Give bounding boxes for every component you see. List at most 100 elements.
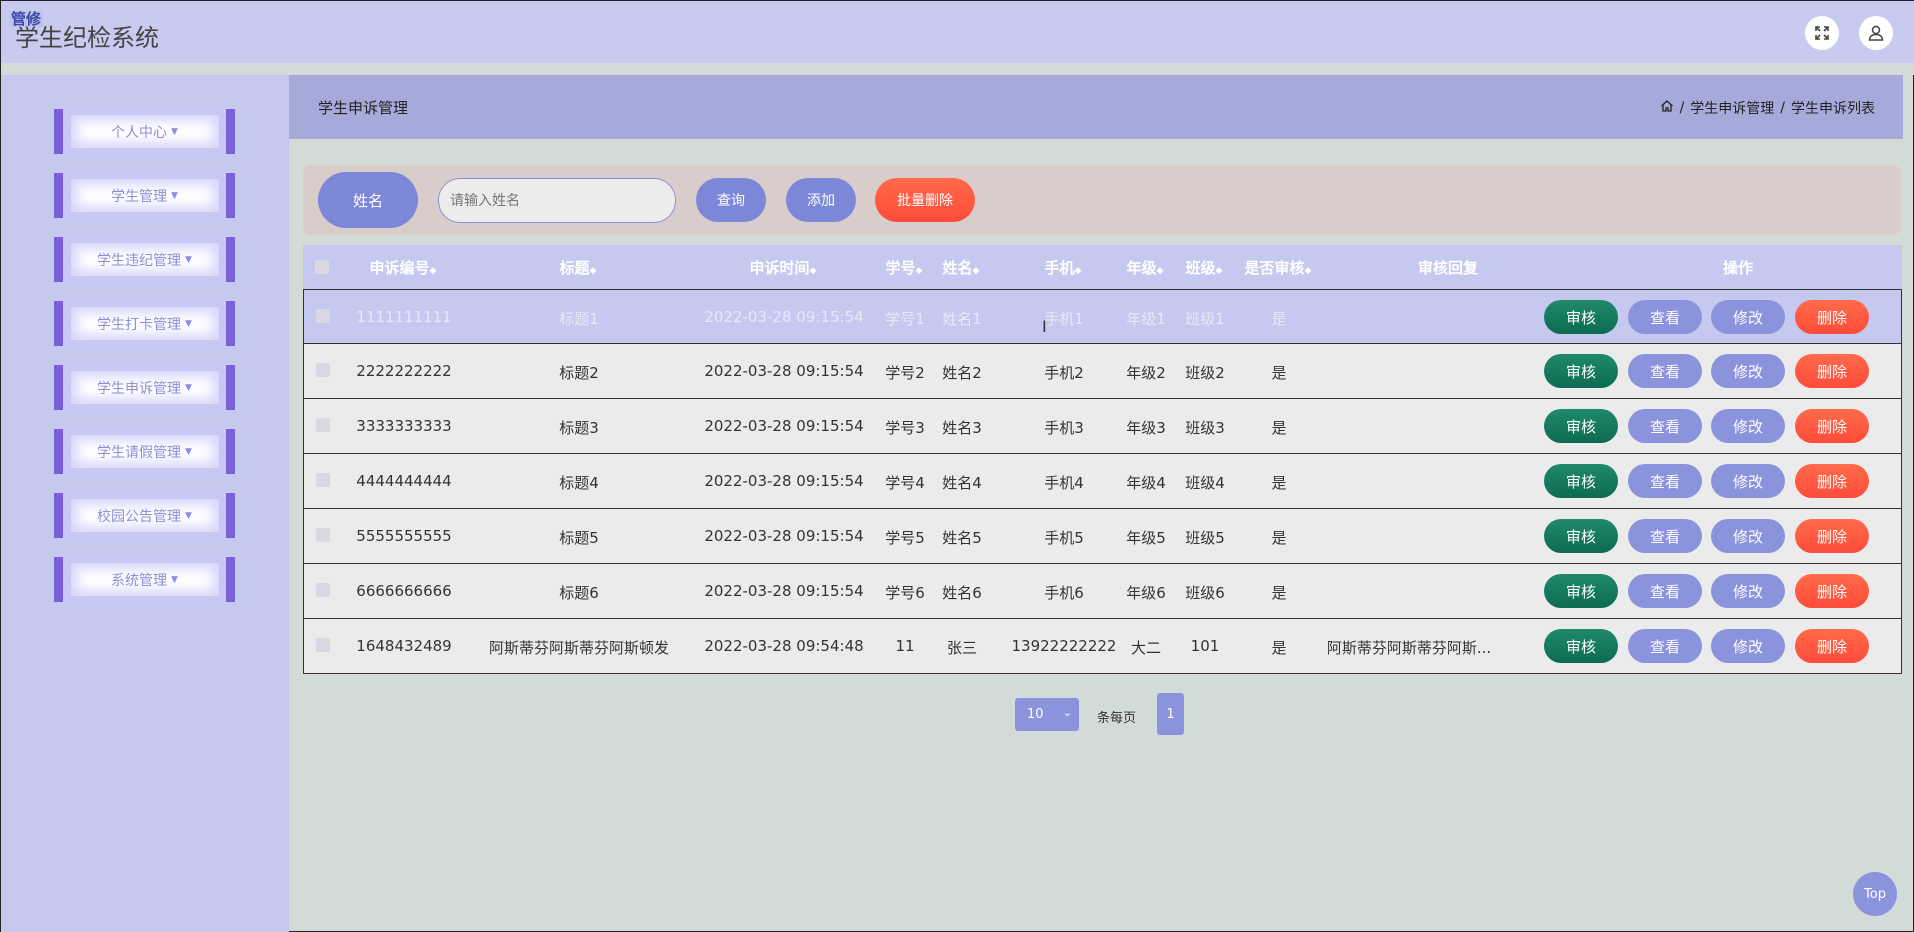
caret-down-icon: ▼ [171, 126, 178, 137]
sidebar-item-appeal-management[interactable]: 学生申诉管理 ▼ [54, 365, 235, 410]
page-number[interactable]: 1 [1157, 693, 1184, 735]
home-icon[interactable] [1660, 99, 1674, 117]
table-cell: 年级2 [1126, 364, 1166, 382]
delete-button[interactable]: 删除 [1795, 409, 1869, 443]
add-button[interactable]: 添加 [786, 178, 856, 222]
table-cell: 2022-03-28 09:15:54 [704, 582, 864, 600]
edit-button[interactable]: 修改 [1711, 409, 1785, 443]
view-button[interactable]: 查看 [1628, 574, 1702, 608]
batch-delete-button[interactable]: 批量删除 [875, 178, 975, 222]
table-cell: 姓名6 [942, 584, 982, 602]
breadcrumb-item[interactable]: 学生申诉管理 [1690, 98, 1774, 118]
delete-button[interactable]: 删除 [1795, 354, 1869, 388]
table-cell: 标题1 [559, 310, 599, 328]
caret-down-icon: ▼ [185, 382, 192, 393]
row-checkbox[interactable] [316, 363, 330, 377]
table-cell: 是 [1271, 639, 1287, 657]
audit-button[interactable]: 审核 [1544, 519, 1618, 553]
query-button[interactable]: 查询 [696, 178, 766, 222]
view-button[interactable]: 查看 [1628, 464, 1702, 498]
row-checkbox[interactable] [316, 309, 330, 323]
breadcrumb-item: 学生申诉列表 [1791, 101, 1875, 117]
view-button[interactable]: 查看 [1628, 409, 1702, 443]
table-cell: 大二 [1130, 639, 1161, 657]
column-header[interactable]: 姓名◆ [933, 257, 989, 278]
table-cell: 班级1 [1185, 310, 1225, 328]
select-all-checkbox[interactable] [315, 260, 329, 274]
sidebar-item-leave-management[interactable]: 学生请假管理 ▼ [54, 429, 235, 474]
view-button[interactable]: 查看 [1628, 354, 1702, 388]
table-cell: 标题5 [559, 529, 599, 547]
table-cell: 2022-03-28 09:15:54 [704, 527, 864, 545]
column-header[interactable]: 年级◆ [1117, 257, 1173, 278]
edit-button[interactable]: 修改 [1711, 354, 1785, 388]
name-search-input[interactable] [438, 178, 676, 223]
row-checkbox[interactable] [316, 638, 330, 652]
sidebar-item-announcement-management[interactable]: 校园公告管理 ▼ [54, 493, 235, 538]
edit-button[interactable]: 修改 [1711, 300, 1785, 334]
column-header[interactable]: 班级◆ [1176, 257, 1232, 278]
sort-icon: ◆ [589, 266, 597, 276]
delete-button[interactable]: 删除 [1795, 574, 1869, 608]
delete-button[interactable]: 删除 [1795, 464, 1869, 498]
user-icon[interactable] [1859, 16, 1893, 50]
page-size-select[interactable]: 10 ⌄ [1015, 698, 1079, 731]
table-cell: 手机4 [1044, 474, 1084, 492]
column-header[interactable]: 是否审核◆ [1233, 257, 1323, 278]
audit-button[interactable]: 审核 [1544, 354, 1618, 388]
sort-icon: ◆ [1074, 266, 1082, 276]
edit-button[interactable]: 修改 [1711, 464, 1785, 498]
table-row: 3333333333 标题3 2022-03-28 09:15:54 学号3 姓名3 手机… [303, 399, 1902, 454]
audit-button[interactable]: 审核 [1544, 409, 1618, 443]
audit-button[interactable]: 审核 [1544, 464, 1618, 498]
row-checkbox[interactable] [316, 528, 330, 542]
sidebar-item-discipline-management[interactable]: 学生违纪管理 ▼ [54, 237, 235, 282]
audit-button[interactable]: 审核 [1544, 300, 1618, 334]
delete-button[interactable]: 删除 [1795, 300, 1869, 334]
row-checkbox[interactable] [316, 473, 330, 487]
table-row: 6666666666 标题6 2022-03-28 09:15:54 学号6 姓名6 手机… [303, 564, 1902, 619]
table-cell: 班级3 [1185, 419, 1225, 437]
table-cell: 手机2 [1044, 364, 1084, 382]
table-cell: 101 [1190, 637, 1220, 655]
table-cell: 张三 [946, 639, 977, 657]
column-header[interactable]: 申诉时间◆ [733, 257, 833, 278]
sidebar-item-personal-center[interactable]: 个人中心 ▼ [54, 109, 235, 154]
edit-button[interactable]: 修改 [1711, 629, 1785, 663]
view-button[interactable]: 查看 [1628, 519, 1702, 553]
app-badge: 管修 [9, 10, 44, 28]
edit-button[interactable]: 修改 [1711, 574, 1785, 608]
table-cell: 是 [1271, 474, 1287, 492]
column-header[interactable]: 手机◆ [1018, 257, 1108, 278]
table-cell: 班级5 [1185, 529, 1225, 547]
table-cell: 姓名1 [942, 310, 982, 328]
audit-button[interactable]: 审核 [1544, 629, 1618, 663]
sidebar-item-checkin-management[interactable]: 学生打卡管理 ▼ [54, 301, 235, 346]
view-button[interactable]: 查看 [1628, 300, 1702, 334]
sidebar-item-system-management[interactable]: 系统管理 ▼ [54, 557, 235, 602]
audit-button[interactable]: 审核 [1544, 574, 1618, 608]
page-title: 学生申诉管理 [318, 99, 409, 117]
view-button[interactable]: 查看 [1628, 629, 1702, 663]
delete-button[interactable]: 删除 [1795, 629, 1869, 663]
table-header: 申诉编号◆ 标题◆ 申诉时间◆ 学号◆ 姓名◆ 手机◆ 年级◆ 班级◆ 是否审核… [303, 245, 1902, 289]
name-label: 姓名 [318, 172, 418, 228]
caret-down-icon: ▼ [171, 574, 178, 585]
sidebar-item-student-management[interactable]: 学生管理 ▼ [54, 173, 235, 218]
table-row: 5555555555 标题5 2022-03-28 09:15:54 学号5 姓名5 手机… [303, 509, 1902, 564]
fullscreen-icon[interactable] [1805, 16, 1839, 50]
row-checkbox[interactable] [316, 583, 330, 597]
sidebar-item-label: 学生请假管理 [97, 444, 182, 461]
edit-button[interactable]: 修改 [1711, 519, 1785, 553]
row-checkbox[interactable] [316, 418, 330, 432]
table-cell: 2022-03-28 09:15:54 [704, 362, 864, 380]
column-header[interactable]: 申诉编号◆ [363, 257, 443, 278]
main-header: 学生申诉管理 / 学生申诉管理 / 学生申诉列表 [289, 75, 1903, 139]
back-to-top-button[interactable]: Top [1853, 872, 1897, 916]
table-cell: 11 [895, 637, 915, 655]
delete-button[interactable]: 删除 [1795, 519, 1869, 553]
column-header[interactable]: 标题◆ [538, 257, 618, 278]
caret-down-icon: ▼ [185, 510, 192, 521]
search-panel: 姓名 查询 添加 批量删除 [303, 165, 1901, 235]
column-header[interactable]: 学号◆ [876, 257, 932, 278]
